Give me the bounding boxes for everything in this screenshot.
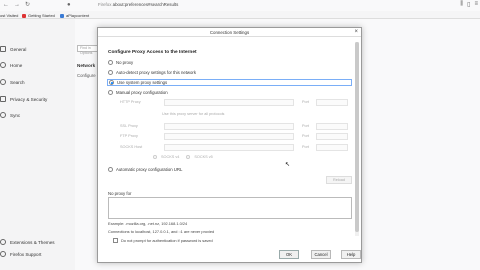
radio-button[interactable] bbox=[108, 70, 113, 75]
mouse-cursor-icon: ↖ bbox=[285, 162, 291, 168]
ssl-proxy-input[interactable] bbox=[164, 123, 294, 130]
gear-icon bbox=[0, 46, 6, 52]
ftp-proxy-input[interactable] bbox=[164, 133, 294, 140]
radio-button[interactable] bbox=[108, 167, 113, 172]
toolbar-icons: ⫼ ▯ ≡ bbox=[460, 1, 478, 8]
http-port-input[interactable] bbox=[316, 99, 348, 106]
radio-button-selected[interactable] bbox=[109, 80, 114, 85]
socks-port-label: Port bbox=[302, 145, 309, 149]
ftp-proxy-label: FTP Proxy bbox=[120, 134, 138, 138]
ssl-proxy-row: SSL Proxy Port bbox=[120, 123, 352, 130]
sidebar-item-extensions[interactable]: Extensions & Themes bbox=[0, 238, 55, 246]
socks-host-row: SOCKS Host Port bbox=[120, 144, 352, 151]
sidebar-icon[interactable]: ▯ bbox=[467, 1, 470, 8]
socks-version-group: SOCKS v4 SOCKS v5 bbox=[153, 155, 213, 159]
all-protocols-checkbox-label[interactable]: Use this proxy server for all protocols bbox=[162, 112, 224, 116]
reload-icon[interactable]: ↻ bbox=[25, 2, 30, 8]
firefox-icon: ● bbox=[67, 2, 71, 8]
socks-v4-radio[interactable] bbox=[153, 155, 157, 159]
sidebar-item-search[interactable]: Search bbox=[0, 78, 25, 86]
bookmark-playcontent[interactable]: aPlaycontent bbox=[60, 13, 89, 18]
ftp-port-label: Port bbox=[302, 134, 309, 138]
help-button[interactable]: Help bbox=[341, 250, 361, 259]
no-proxy-example: Example: .mozilla.org, .net.nz, 192.168.… bbox=[108, 221, 188, 226]
scrollbar-thumb[interactable] bbox=[355, 42, 359, 232]
radio-manual-proxy[interactable]: Manual proxy configuration bbox=[108, 89, 168, 96]
back-icon[interactable]: ← bbox=[3, 2, 9, 8]
http-proxy-row: HTTP Proxy Port bbox=[120, 99, 352, 106]
bookmark-favicon-icon bbox=[60, 13, 64, 18]
no-proxy-for-textarea[interactable] bbox=[108, 197, 352, 219]
url-bar[interactable]: ← → ↻ ● Firefox about:preferences#search… bbox=[0, 0, 480, 11]
ftp-proxy-row: FTP Proxy Port bbox=[120, 133, 352, 140]
radio-no-proxy[interactable]: No proxy bbox=[108, 59, 133, 66]
library-icon[interactable]: ⫼ bbox=[460, 1, 463, 8]
sidebar-item-support[interactable]: Firefox Support bbox=[0, 250, 41, 258]
lock-icon bbox=[0, 96, 6, 102]
sidebar-item-general[interactable]: General bbox=[0, 45, 26, 53]
localhost-note: Connections to localhost, 127.0.0.1, and… bbox=[108, 229, 215, 234]
proxy-section-title: Configure Proxy Access to the Internet bbox=[108, 50, 197, 55]
socks-host-input[interactable] bbox=[164, 144, 294, 151]
radio-auto-config-url[interactable]: Automatic proxy configuration URL bbox=[108, 166, 182, 173]
network-configure-text: Configure bbox=[77, 73, 96, 78]
radio-button[interactable] bbox=[108, 90, 113, 95]
sync-icon bbox=[0, 112, 6, 118]
bookmark-getting-started[interactable]: Getting Started bbox=[22, 13, 55, 18]
http-port-label: Port bbox=[302, 100, 309, 104]
http-proxy-label: HTTP Proxy bbox=[120, 100, 141, 104]
cancel-button[interactable]: Cancel bbox=[311, 250, 331, 259]
sidebar-item-privacy[interactable]: Privacy & Security bbox=[0, 95, 47, 103]
url-value: about:preferences#searchResults bbox=[112, 2, 179, 7]
bookmark-most-visited[interactable]: ost Visited bbox=[0, 13, 18, 18]
search-icon bbox=[0, 79, 6, 85]
dont-prompt-auth-row[interactable]: Do not prompt for authentication if pass… bbox=[113, 238, 213, 243]
ok-button[interactable]: OK bbox=[279, 250, 299, 259]
connection-settings-dialog: Connection Settings × Configure Proxy Ac… bbox=[97, 27, 362, 263]
url-prefix: Firefox bbox=[98, 2, 112, 7]
ftp-port-input[interactable] bbox=[316, 133, 348, 140]
dont-prompt-checkbox[interactable] bbox=[113, 238, 118, 243]
ssl-port-input[interactable] bbox=[316, 123, 348, 130]
radio-button[interactable] bbox=[108, 60, 113, 65]
socks-v5-radio[interactable] bbox=[186, 155, 191, 159]
home-icon bbox=[0, 62, 6, 68]
reload-button[interactable]: Reload bbox=[326, 176, 352, 184]
puzzle-icon bbox=[0, 239, 6, 245]
firefox-favicon-icon bbox=[22, 13, 26, 18]
dialog-scrollbar[interactable] bbox=[355, 42, 359, 236]
socks-port-input[interactable] bbox=[316, 144, 348, 151]
ssl-proxy-label: SSL Proxy bbox=[120, 124, 138, 128]
socks-host-label: SOCKS Host bbox=[120, 145, 143, 149]
network-section-heading: Network bbox=[77, 63, 96, 68]
radio-system-proxy[interactable]: Use system proxy settings bbox=[107, 79, 352, 86]
close-icon[interactable]: × bbox=[354, 28, 358, 37]
sidebar-item-sync[interactable]: Sync bbox=[0, 111, 20, 119]
forward-icon[interactable]: → bbox=[14, 2, 20, 8]
bookmarks-toolbar: ost Visited Getting Started aPlaycontent bbox=[0, 11, 480, 19]
dialog-title: Connection Settings bbox=[98, 28, 361, 37]
help-icon bbox=[0, 251, 6, 257]
radio-auto-detect[interactable]: Auto-detect proxy settings for this netw… bbox=[108, 69, 196, 76]
sidebar-item-home[interactable]: Home bbox=[0, 61, 22, 69]
preferences-sidebar: General Home Search Privacy & Security S… bbox=[0, 19, 75, 270]
http-proxy-input[interactable] bbox=[164, 99, 294, 106]
no-proxy-for-label: No proxy for bbox=[108, 191, 132, 196]
ssl-port-label: Port bbox=[302, 124, 309, 128]
url-text[interactable]: Firefox about:preferences#searchResults bbox=[98, 2, 178, 7]
menu-icon[interactable]: ≡ bbox=[474, 1, 478, 8]
